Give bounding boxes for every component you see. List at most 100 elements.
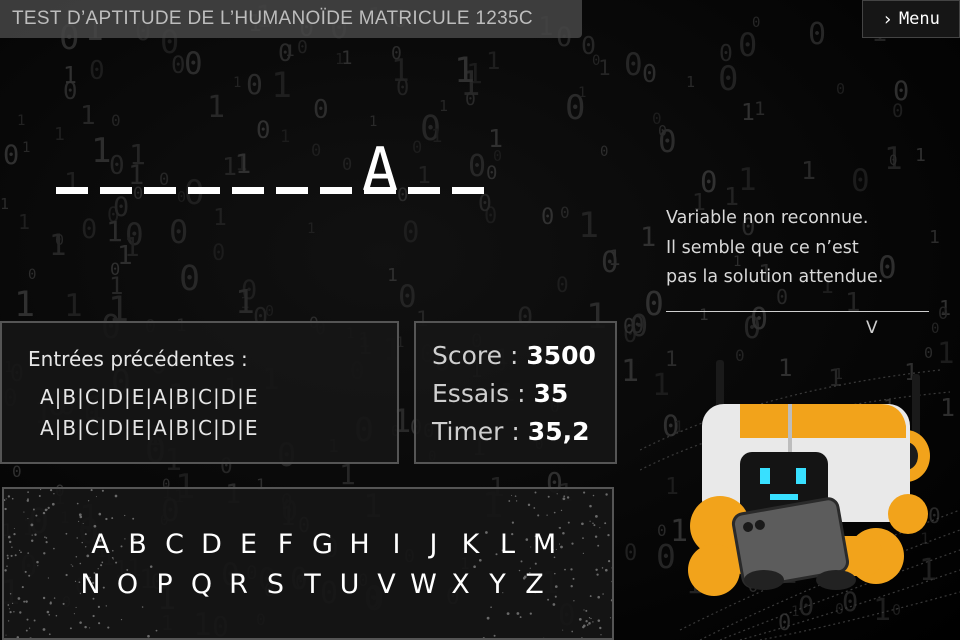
binary-digit: 1 [621, 354, 640, 389]
binary-digit: 1 [738, 162, 757, 198]
binary-digit: 0 [600, 144, 609, 160]
previous-entries-title: Entrées précédentes : [28, 347, 248, 371]
key-l[interactable]: L [489, 529, 526, 560]
binary-digit: 1 [63, 63, 77, 89]
binary-digit: 1 [80, 101, 96, 131]
binary-digit: 1 [754, 98, 766, 120]
binary-digit: 1 [235, 282, 255, 321]
binary-digit: 1 [608, 246, 621, 270]
binary-digit: 1 [271, 66, 293, 106]
binary-digit: 1 [929, 227, 940, 248]
binary-digit: 1 [801, 156, 817, 185]
key-d[interactable]: D [193, 529, 230, 560]
key-p[interactable]: P [146, 569, 183, 600]
score-label: Score : [432, 341, 519, 370]
binary-digit: 0 [89, 56, 105, 86]
binary-digit: 0 [81, 214, 98, 245]
key-x[interactable]: X [442, 569, 479, 600]
letter-keyboard: A B C D E F G H I J K L M N O P Q R S T … [2, 487, 614, 640]
binary-digit: 0 [12, 462, 22, 481]
tries-stat: Essais : 35 [432, 379, 568, 408]
binary-digit: 0 [808, 17, 827, 52]
feedback-line: Il semble que ce n’est [666, 237, 859, 258]
timer-stat: Timer : 35,2 [432, 417, 589, 446]
previous-entries-panel: Entrées précédentes : A|B|C|D|E|A|B|C|D|… [0, 321, 399, 464]
keyboard-row: N O P Q R S T U V W X Y Z [72, 569, 553, 600]
binary-digit: 0 [624, 47, 643, 83]
key-u[interactable]: U [331, 569, 368, 600]
binary-digit: 0 [391, 43, 402, 64]
chevron-right-icon: › [882, 8, 893, 30]
binary-digit: 1 [335, 50, 345, 68]
binary-digit: 0 [212, 241, 226, 266]
binary-digit: 0 [541, 205, 555, 230]
keyboard-row: A B C D E F G H I J K L M [82, 529, 563, 560]
feedback-line: pas la solution attendue. [666, 267, 884, 287]
hidden-word: A [54, 140, 486, 200]
key-e[interactable]: E [230, 529, 267, 560]
key-f[interactable]: F [267, 529, 304, 560]
binary-digit: 0 [111, 111, 121, 130]
key-m[interactable]: M [526, 529, 563, 560]
key-g[interactable]: G [304, 529, 341, 560]
previous-entries-row: A|B|C|D|E|A|B|C|D|E [40, 385, 259, 409]
binary-digit: 0 [658, 122, 668, 140]
binary-digit: 0 [184, 46, 203, 82]
binary-digit: 1 [106, 215, 123, 248]
binary-digit: 0 [851, 163, 870, 199]
key-w[interactable]: W [405, 569, 442, 600]
speech-pointer: V [866, 318, 878, 338]
key-t[interactable]: T [294, 569, 331, 600]
binary-digit: 0 [313, 95, 329, 125]
letter-slot: A [362, 140, 398, 200]
key-y[interactable]: Y [479, 569, 516, 600]
binary-digit: 1 [686, 73, 696, 91]
letter-slot [318, 140, 354, 194]
binary-digit: 1 [578, 85, 587, 101]
binary-digit: 0 [642, 59, 658, 88]
binary-digit: 0 [28, 267, 37, 283]
letter-slot [230, 140, 266, 194]
binary-digit: 0 [892, 100, 904, 122]
binary-digit: 0 [465, 89, 476, 110]
tries-label: Essais : [432, 379, 526, 408]
letter-slot [274, 140, 310, 194]
key-v[interactable]: V [368, 569, 405, 600]
letter-slot [406, 140, 442, 194]
binary-digit: 0 [402, 215, 420, 249]
key-j[interactable]: J [415, 529, 452, 560]
binary-digit: 0 [938, 304, 949, 324]
key-k[interactable]: K [452, 529, 489, 560]
binary-digit: 1 [486, 47, 501, 75]
key-i[interactable]: I [378, 529, 415, 560]
binary-digit: 0 [889, 153, 898, 169]
key-h[interactable]: H [341, 529, 378, 560]
key-q[interactable]: Q [183, 569, 220, 600]
letter-slot [54, 140, 90, 194]
previous-entries-row: A|B|C|D|E|A|B|C|D|E [40, 416, 259, 440]
key-b[interactable]: B [119, 529, 156, 560]
binary-digit: 0 [581, 31, 597, 60]
binary-digit: 0 [624, 541, 638, 566]
stats-panel: Score : 3500 Essais : 35 Timer : 35,2 [414, 321, 617, 464]
menu-button-label: Menu [898, 9, 940, 29]
binary-digit: 1 [454, 51, 476, 91]
timer-value: 35,2 [527, 417, 590, 446]
binary-digit: 1 [124, 233, 140, 263]
binary-digit: 0 [169, 213, 189, 251]
key-c[interactable]: C [156, 529, 193, 560]
binary-digit: 0 [478, 191, 492, 217]
binary-digit: 1 [18, 210, 31, 234]
score-stat: Score : 3500 [432, 341, 596, 370]
keyboard-particle-decoration [4, 489, 612, 638]
key-r[interactable]: R [220, 569, 257, 600]
key-a[interactable]: A [82, 529, 119, 560]
binary-digit: 1 [14, 285, 36, 325]
key-o[interactable]: O [109, 569, 146, 600]
key-z[interactable]: Z [516, 569, 553, 600]
key-n[interactable]: N [72, 569, 109, 600]
key-s[interactable]: S [257, 569, 294, 600]
menu-button[interactable]: › Menu [862, 0, 960, 38]
binary-digit: 1 [109, 272, 124, 300]
title-bar: TEST D’APTITUDE DE L’HUMANOÏDE MATRICULE… [0, 0, 582, 38]
